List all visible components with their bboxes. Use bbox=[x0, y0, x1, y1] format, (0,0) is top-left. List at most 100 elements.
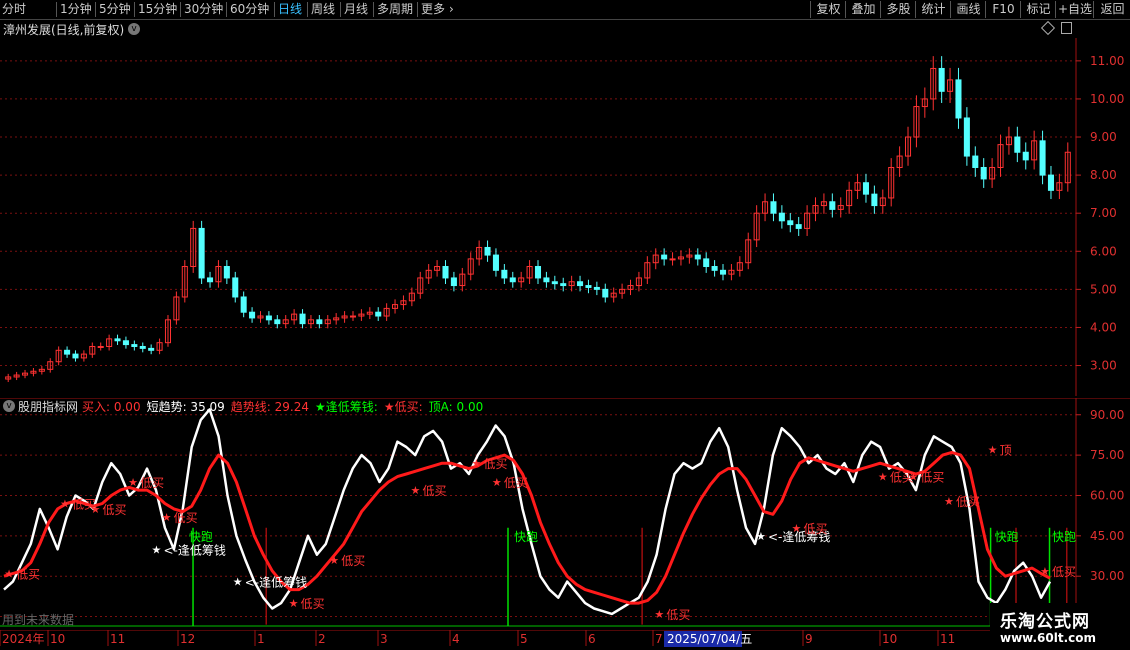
indicator-annotation: 快跑 bbox=[1052, 530, 1076, 544]
indicator-tick-label: 75.00 bbox=[1090, 448, 1124, 462]
toolbar-button-2[interactable]: 多股 bbox=[880, 1, 916, 18]
period-tab-6[interactable]: 日线 bbox=[278, 1, 302, 18]
toolbar-button-0[interactable]: 复权 bbox=[810, 1, 846, 18]
indicator-annotation: 低买 bbox=[504, 476, 528, 490]
price-tick-label: 5.00 bbox=[1090, 282, 1117, 296]
indicator-annotation: 低买 bbox=[956, 495, 980, 509]
annotation-star-icon: ★ bbox=[654, 608, 664, 621]
candle-body bbox=[492, 254, 499, 271]
indicator-annotation: 快跑 bbox=[189, 530, 213, 544]
chevron-down-icon[interactable]: v bbox=[128, 23, 140, 35]
candle-body bbox=[501, 269, 508, 279]
candle-body bbox=[560, 283, 567, 287]
candle-body bbox=[1022, 151, 1029, 161]
annotation-star-icon: ★ bbox=[4, 568, 14, 581]
annotation-star-icon: ★ bbox=[91, 503, 101, 516]
toolbar-divider bbox=[56, 2, 57, 17]
period-tab-3[interactable]: 15分钟 bbox=[138, 1, 177, 18]
diamond-icon[interactable] bbox=[1040, 20, 1056, 36]
toolbar-divider bbox=[340, 2, 341, 17]
period-tab-10[interactable]: 更多 bbox=[421, 1, 445, 18]
annotation-star-icon: ★ bbox=[492, 476, 502, 489]
x-tick-label: 10 bbox=[50, 632, 65, 646]
candle-body bbox=[299, 313, 306, 325]
price-chart[interactable]: 11.00 10.00 9.00 8.00 7.00 6.00 5.00 4.00 3.00 bbox=[0, 38, 1130, 396]
candle-body bbox=[274, 319, 281, 325]
toolbar-button-6[interactable]: 标记 bbox=[1020, 1, 1056, 18]
annotation-star-icon: ★ bbox=[792, 522, 802, 535]
price-tick-label: 3.00 bbox=[1090, 359, 1117, 373]
x-tick-label: 1 bbox=[257, 632, 265, 646]
stock-title: 漳州发展(日线,前复权) bbox=[3, 23, 125, 37]
period-tab-5[interactable]: 60分钟 bbox=[230, 1, 269, 18]
toolbar-button-5[interactable]: F10 bbox=[985, 1, 1021, 18]
candle-body bbox=[442, 266, 449, 279]
candle-body bbox=[862, 182, 869, 195]
period-tab-9[interactable]: 多周期 bbox=[377, 1, 413, 18]
chevron-right-icon[interactable]: › bbox=[449, 1, 454, 18]
candle-body bbox=[711, 266, 718, 271]
annotation-star-icon: ★ bbox=[878, 471, 888, 484]
annotation-star-icon: ★ bbox=[472, 457, 482, 470]
price-tick-label: 9.00 bbox=[1090, 130, 1117, 144]
x-tick-label: 2024年 bbox=[2, 632, 45, 646]
future-data-warning: 用到未来数据 bbox=[2, 612, 74, 627]
annotation-star-icon: ★ bbox=[128, 476, 138, 489]
period-tab-0[interactable]: 分时 bbox=[2, 1, 26, 18]
period-tab-1[interactable]: 1分钟 bbox=[60, 1, 92, 18]
candle-body bbox=[375, 311, 382, 317]
x-tick-label: 9 bbox=[805, 632, 813, 646]
indicator-tick-label: 30.00 bbox=[1090, 569, 1124, 583]
indicator-tick-label: 60.00 bbox=[1090, 488, 1124, 502]
watermark-name: 乐淘公式网 bbox=[1000, 612, 1090, 632]
toolbar-button-4[interactable]: 画线 bbox=[950, 1, 986, 18]
indicator-chart[interactable]: 90.0075.0060.0045.0030.0015.00★低买★低买★低买★… bbox=[0, 398, 1130, 630]
x-tick-label: 4 bbox=[452, 632, 460, 646]
candle-body bbox=[795, 224, 802, 229]
indicator-annotation: 低买 bbox=[301, 597, 325, 611]
indicator-annotation: 低买 bbox=[804, 522, 828, 536]
period-tab-7[interactable]: 周线 bbox=[311, 1, 335, 18]
toolbar-button-3[interactable]: 统计 bbox=[915, 1, 951, 18]
toolbar-divider bbox=[226, 2, 227, 17]
panel-toggle-icon[interactable] bbox=[1061, 22, 1072, 34]
indicator-annotation: 低买 bbox=[666, 608, 690, 622]
candle-body bbox=[938, 67, 945, 92]
candle-body bbox=[72, 353, 79, 359]
candle-body bbox=[450, 277, 457, 287]
indicator-annotation: 低买 bbox=[423, 484, 447, 498]
candle-body bbox=[232, 277, 239, 298]
candle-body bbox=[223, 266, 230, 279]
candle-body bbox=[719, 269, 727, 275]
indicator-annotation: 低买 bbox=[1052, 565, 1076, 579]
candle-body bbox=[829, 201, 836, 210]
price-tick-label: 10.00 bbox=[1090, 92, 1124, 106]
toolbar-button-8[interactable]: 返回 bbox=[1093, 1, 1130, 18]
candle-body bbox=[249, 311, 256, 319]
x-tick-label: 11 bbox=[940, 632, 955, 646]
period-tab-4[interactable]: 30分钟 bbox=[184, 1, 223, 18]
price-tick-label: 8.00 bbox=[1090, 168, 1117, 182]
annotation-star-icon: ★ bbox=[756, 530, 766, 543]
annotation-star-icon: ★ bbox=[233, 576, 243, 589]
x-tick-label: 11 bbox=[110, 632, 125, 646]
indicator-tick-label: 45.00 bbox=[1090, 529, 1124, 543]
indicator-annotation: 顶 bbox=[1000, 444, 1012, 458]
indicator-annotation: 低买 bbox=[174, 511, 198, 525]
candle-body bbox=[114, 338, 121, 342]
annotation-star-icon: ★ bbox=[1040, 565, 1050, 578]
toolbar-divider bbox=[307, 2, 308, 17]
toolbar-divider bbox=[180, 2, 181, 17]
annotation-star-icon: ★ bbox=[162, 511, 172, 524]
annotation-star-icon: ★ bbox=[944, 495, 954, 508]
candle-body bbox=[316, 319, 323, 325]
period-tab-8[interactable]: 月线 bbox=[344, 1, 368, 18]
period-tab-2[interactable]: 5分钟 bbox=[99, 1, 131, 18]
candle-body bbox=[661, 254, 668, 260]
toolbar-button-1[interactable]: 叠加 bbox=[845, 1, 881, 18]
annotation-star-icon: ★ bbox=[988, 444, 998, 457]
watermark-url: www.60lt.com bbox=[1000, 631, 1097, 645]
toolbar-button-7[interactable]: +自选 bbox=[1055, 1, 1094, 18]
indicator-annotation: <-逢低筹钱 bbox=[163, 542, 225, 557]
candle-body bbox=[207, 277, 214, 283]
